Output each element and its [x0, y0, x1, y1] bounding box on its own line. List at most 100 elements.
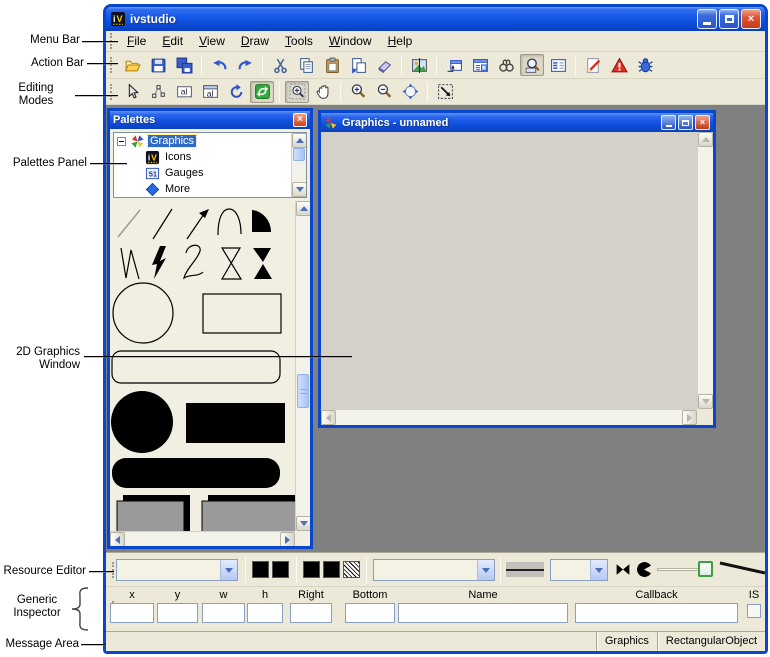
magnifier-doc-button[interactable]: [520, 54, 544, 76]
palette-shape-shadow-rect-wide[interactable]: [202, 495, 295, 531]
palette-vertical-scrollbar[interactable]: [295, 201, 310, 531]
palette-shape-circle-filled[interactable]: [111, 391, 173, 453]
save-all-button[interactable]: [172, 54, 196, 76]
inspector-field-callback[interactable]: [575, 603, 738, 623]
canvas-vertical-scrollbar[interactable]: [697, 132, 713, 409]
inspector-is-checkbox[interactable]: [747, 604, 761, 618]
menu-draw[interactable]: Draw: [233, 32, 277, 50]
toolbar-grip[interactable]: [110, 57, 115, 73]
zoom-fit-button[interactable]: [398, 81, 422, 103]
menu-help[interactable]: Help: [380, 32, 421, 50]
inspector-field-bottom[interactable]: [345, 603, 395, 623]
inspector-field-y[interactable]: [157, 603, 198, 623]
resource-combo-2[interactable]: [373, 559, 495, 581]
opacity-slider[interactable]: [657, 561, 713, 578]
bowtie-icon[interactable]: [614, 561, 632, 578]
zoom-region-button[interactable]: [285, 81, 309, 103]
palette-shape-hourglass-filled[interactable]: [253, 248, 272, 279]
tree-scrollbar[interactable]: [291, 133, 306, 197]
transform-scale-button[interactable]: [433, 81, 457, 103]
pacman-icon[interactable]: [635, 561, 653, 578]
palette-horizontal-scrollbar[interactable]: [110, 531, 295, 546]
palette-shape-arrow-line[interactable]: [187, 209, 209, 239]
slider-thumb[interactable]: [698, 561, 713, 577]
scroll-left-button[interactable]: [110, 532, 125, 546]
line-style-sample[interactable]: [506, 562, 544, 577]
scroll-up-button[interactable]: [698, 132, 713, 147]
tree-item-more[interactable]: More: [114, 181, 306, 197]
select-cursor-button[interactable]: [120, 81, 144, 103]
pan-hand-button[interactable]: [311, 81, 335, 103]
window-move-button[interactable]: [442, 54, 466, 76]
redo-button[interactable]: [233, 54, 257, 76]
color-swatch[interactable]: [323, 561, 340, 578]
graphics-minimize-button[interactable]: [661, 115, 676, 130]
palettes-title-bar[interactable]: Palettes ×: [110, 111, 310, 129]
chevron-down-icon[interactable]: [220, 560, 237, 580]
palettes-close-button[interactable]: ×: [293, 113, 307, 127]
window-props-button[interactable]: [468, 54, 492, 76]
graphics-canvas[interactable]: [321, 132, 697, 409]
zoom-in-button[interactable]: [346, 81, 370, 103]
inspector-field-w[interactable]: [202, 603, 245, 623]
palette-shape-pie-filled[interactable]: [252, 210, 271, 232]
save-button[interactable]: [146, 54, 170, 76]
graphics-maximize-button[interactable]: [678, 115, 693, 130]
scroll-thumb[interactable]: [297, 374, 309, 408]
palette-shape-lightning-filled[interactable]: [152, 246, 166, 279]
inspector-field-x[interactable]: [110, 603, 154, 623]
undo-button[interactable]: [207, 54, 231, 76]
scroll-right-button[interactable]: [280, 532, 295, 546]
tree-item-graphics[interactable]: Graphics: [114, 133, 306, 149]
open-folder-button[interactable]: [120, 54, 144, 76]
palette-shape-rect-outline[interactable]: [203, 294, 281, 333]
rotate-button[interactable]: [224, 81, 248, 103]
palette-shape-rect-filled[interactable]: [186, 403, 285, 443]
menu-view[interactable]: View: [191, 32, 233, 50]
eraser-button[interactable]: [372, 54, 396, 76]
node-edit-button[interactable]: [146, 81, 170, 103]
chevron-down-icon[interactable]: [477, 560, 494, 580]
inspector-field-name[interactable]: [398, 603, 568, 623]
palette-shape-hourglass-outline[interactable]: [222, 248, 241, 279]
scroll-right-button[interactable]: [682, 410, 697, 425]
text-box-grid-button[interactable]: al: [198, 81, 222, 103]
tree-item-icons[interactable]: iVIcons: [114, 149, 306, 165]
palette-shape-line-black[interactable]: [153, 209, 172, 239]
palette-shape-line-gray[interactable]: [118, 210, 140, 237]
graphics-title-bar[interactable]: Graphics - unnamed ×: [321, 113, 713, 132]
scroll-up-button[interactable]: [296, 201, 310, 216]
resource-combo-1[interactable]: [116, 559, 238, 581]
pattern-swatch[interactable]: [343, 561, 360, 578]
scroll-left-button[interactable]: [321, 410, 336, 425]
error-badge-button[interactable]: [607, 54, 631, 76]
maximize-button[interactable]: [719, 9, 739, 29]
scroll-down-button[interactable]: [296, 516, 310, 531]
color-swatch[interactable]: [272, 561, 289, 578]
palette-shape-circle-outline[interactable]: [113, 283, 173, 343]
edit-note-button[interactable]: [581, 54, 605, 76]
cut-button[interactable]: [268, 54, 292, 76]
canvas-horizontal-scrollbar[interactable]: [321, 409, 697, 425]
palette-shape-polyline-zigzag[interactable]: [121, 248, 139, 279]
palette-shape-spline-curve[interactable]: [184, 245, 203, 278]
minimize-button[interactable]: [697, 9, 717, 29]
menu-file[interactable]: File: [119, 32, 154, 50]
run-green-button[interactable]: [250, 81, 274, 103]
paste-special-button[interactable]: [346, 54, 370, 76]
details-view-button[interactable]: [546, 54, 570, 76]
zoom-out-button[interactable]: [372, 81, 396, 103]
menu-edit[interactable]: Edit: [154, 32, 191, 50]
diagonal-line-sample[interactable]: [719, 560, 767, 578]
palette-shape-shadow-rect-small[interactable]: [117, 495, 190, 531]
binoculars-button[interactable]: [494, 54, 518, 76]
close-button[interactable]: ×: [741, 9, 761, 29]
palette-shape-arc-curve[interactable]: [218, 209, 241, 235]
text-box-button[interactable]: al: [172, 81, 196, 103]
menu-tools[interactable]: Tools: [277, 32, 321, 50]
bug-button[interactable]: [633, 54, 657, 76]
tree-expander-icon[interactable]: [117, 137, 126, 146]
scroll-up-button[interactable]: [292, 133, 307, 148]
scroll-down-button[interactable]: [698, 394, 713, 409]
menu-window[interactable]: Window: [321, 32, 380, 50]
